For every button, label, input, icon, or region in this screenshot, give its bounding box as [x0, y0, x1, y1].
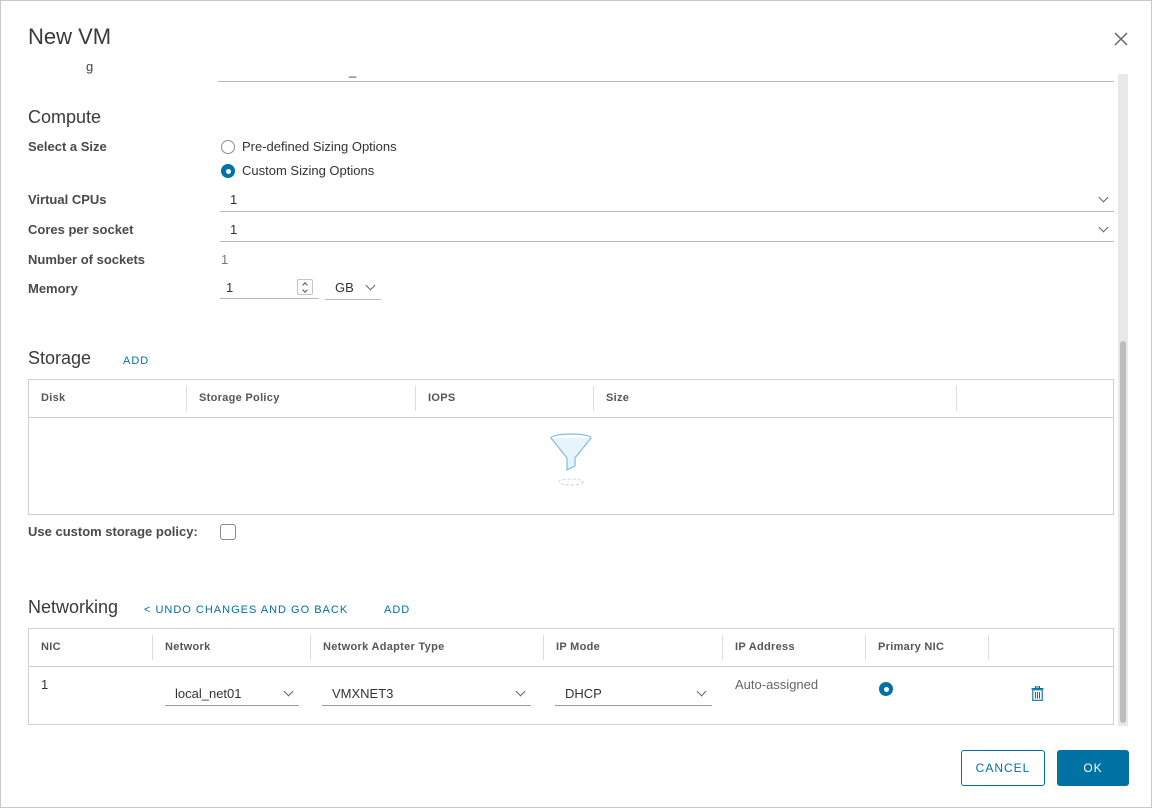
undo-changes-link[interactable]: < UNDO CHANGES AND GO BACK: [144, 604, 348, 616]
memory-unit-value: GB: [335, 280, 354, 295]
networking-section-title: Networking: [28, 597, 119, 617]
top-field-value-fragment: _: [349, 63, 357, 78]
chevron-down-icon: [365, 280, 376, 291]
net-col-ip-address[interactable]: IP Address: [722, 635, 865, 660]
ip-mode-select[interactable]: DHCP: [555, 682, 712, 706]
chevron-down-icon: [696, 686, 707, 697]
chevron-down-icon: [283, 686, 294, 697]
virtual-cpus-select[interactable]: 1: [220, 188, 1114, 212]
storage-grid: Disk Storage Policy IOPS Size: [28, 379, 1114, 515]
network-select[interactable]: local_net01: [165, 682, 299, 706]
predefined-sizing-label[interactable]: Pre-defined Sizing Options: [242, 139, 397, 154]
net-col-ip-mode[interactable]: IP Mode: [543, 635, 722, 660]
chevron-down-icon: [515, 686, 526, 697]
trash-icon[interactable]: [1031, 686, 1044, 701]
storage-col-actions: [956, 386, 1113, 411]
net-col-adapter-type[interactable]: Network Adapter Type: [310, 635, 543, 660]
new-vm-dialog: New VM g _ Compute Select a Size Pre-def…: [0, 0, 1152, 808]
cores-per-socket-label: Cores per socket: [28, 222, 134, 237]
virtual-cpus-label: Virtual CPUs: [28, 192, 107, 207]
stepper-down-icon[interactable]: [302, 287, 308, 293]
net-col-nic[interactable]: NIC: [29, 629, 152, 666]
storage-col-size[interactable]: Size: [593, 386, 956, 411]
network-value: local_net01: [175, 686, 242, 701]
custom-sizing-radio[interactable]: [221, 164, 235, 178]
ip-mode-value: DHCP: [565, 686, 602, 701]
custom-storage-policy-label: Use custom storage policy:: [28, 524, 198, 539]
predefined-sizing-radio[interactable]: [221, 140, 235, 154]
storage-col-policy[interactable]: Storage Policy: [186, 386, 415, 411]
ok-button[interactable]: OK: [1057, 750, 1129, 786]
cancel-button[interactable]: CANCEL: [961, 750, 1045, 786]
dialog-title: New VM: [28, 24, 112, 49]
custom-storage-policy-checkbox[interactable]: [220, 524, 236, 540]
virtual-cpus-value: 1: [230, 192, 238, 207]
net-col-network[interactable]: Network: [152, 635, 310, 660]
networking-grid: NIC Network Network Adapter Type IP Mode…: [28, 628, 1114, 725]
scrollbar-thumb[interactable]: [1120, 341, 1126, 723]
compute-section-title: Compute: [28, 107, 102, 127]
memory-value: 1: [226, 280, 234, 295]
networking-grid-header: NIC Network Network Adapter Type IP Mode…: [29, 629, 1113, 667]
number-of-sockets-value: 1: [221, 252, 229, 267]
storage-col-disk[interactable]: Disk: [29, 380, 186, 417]
storage-grid-header: Disk Storage Policy IOPS Size: [29, 380, 1113, 418]
ip-address-cell: Auto-assigned: [735, 677, 819, 692]
top-field-input[interactable]: _: [218, 59, 1114, 82]
cores-per-socket-select[interactable]: 1: [220, 218, 1114, 242]
net-col-primary-nic[interactable]: Primary NIC: [865, 635, 988, 660]
storage-section-title: Storage: [28, 348, 92, 368]
adapter-type-value: VMXNET3: [332, 686, 394, 701]
net-col-actions: [988, 635, 1113, 660]
storage-col-iops[interactable]: IOPS: [415, 386, 593, 411]
custom-sizing-label[interactable]: Custom Sizing Options: [242, 163, 374, 178]
nic-cell: 1: [41, 677, 49, 692]
funnel-icon: [550, 433, 592, 486]
cores-per-socket-value: 1: [230, 222, 238, 237]
adapter-type-select[interactable]: VMXNET3: [322, 682, 531, 706]
networking-add-link[interactable]: ADD: [384, 604, 410, 616]
chevron-down-icon: [1098, 222, 1109, 233]
memory-unit-select[interactable]: GB: [325, 276, 381, 300]
chevron-down-icon: [1098, 192, 1109, 203]
primary-nic-radio[interactable]: [879, 682, 893, 696]
top-field-label-fragment: g: [86, 59, 94, 74]
number-of-sockets-label: Number of sockets: [28, 252, 146, 267]
memory-stepper[interactable]: [297, 279, 313, 295]
memory-input[interactable]: 1: [220, 277, 319, 299]
close-icon[interactable]: [1111, 29, 1131, 49]
select-size-label: Select a Size: [28, 139, 107, 154]
storage-add-link[interactable]: ADD: [123, 355, 149, 367]
memory-label: Memory: [28, 281, 78, 296]
